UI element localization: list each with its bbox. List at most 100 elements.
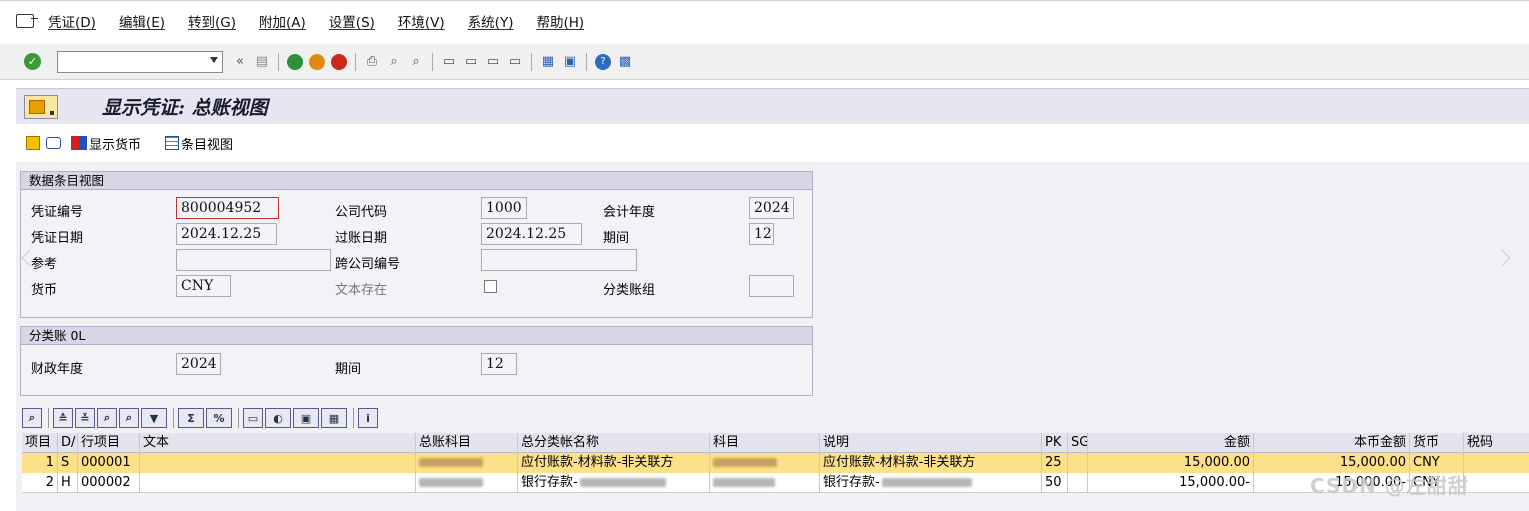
toolbar-separator [353,408,354,428]
find-next-icon[interactable]: ⌕ [407,53,425,71]
col-dc[interactable]: D/ [58,432,78,453]
document-overview-icon[interactable] [26,136,42,150]
menu-overview-icon[interactable] [24,94,58,119]
last-page-icon[interactable]: ▭ [506,53,524,71]
command-field[interactable] [57,50,223,73]
find-next-icon[interactable]: ⌕ [119,408,139,428]
export-icon[interactable]: ▣ [293,408,319,428]
sum-icon[interactable]: Σ [178,408,204,428]
col-gl-account[interactable]: 总账科目 [416,432,518,453]
table-row[interactable]: 2 H 000002 银行存款- 银行存款- 50 15,000.00- 15,… [22,472,1529,493]
sort-ascending-icon[interactable]: ≙ [53,408,73,428]
cell-sg [1068,472,1088,493]
save-icon[interactable]: ▤ [253,53,271,71]
cell-account-redacted [710,472,820,493]
ledger-group-field[interactable] [749,275,794,297]
menu-toggle-icon[interactable] [16,13,38,28]
posting-date-field[interactable]: 2024.12.25 [481,223,582,245]
cell-text [140,472,416,493]
col-description[interactable]: 说明 [820,432,1042,453]
col-item[interactable]: 项目 [22,432,58,453]
watermark: CSDN @左甜甜 [1310,474,1469,498]
menu-extras[interactable]: 附加(A) [259,11,306,31]
chevron-down-icon[interactable] [210,56,218,63]
menu-edit[interactable]: 编辑(E) [119,11,165,31]
sort-descending-icon[interactable]: ≚ [75,408,95,428]
views-icon[interactable]: ◐ [265,408,291,428]
col-line[interactable]: 行项目 [78,432,140,453]
cell-gl-name: 应付账款-材料款-非关联方 [518,453,710,473]
text-exists-checkbox[interactable] [484,280,497,293]
toolbar-separator [173,408,174,428]
table-row[interactable]: 1 S 000001 应付账款-材料款-非关联方 应付账款-材料款-非关联方 2… [22,453,1529,473]
ledger-fiscal-year-field[interactable]: 2024 [176,353,221,375]
cell-dc: H [58,472,78,493]
currency-label: 货币 [31,283,58,298]
cell-tax [1464,453,1529,473]
display-print-icon[interactable] [46,137,63,149]
find-icon[interactable]: ⌕ [97,408,117,428]
currency-field[interactable]: CNY [176,275,231,297]
subtotal-icon[interactable]: % [206,408,232,428]
filter-icon[interactable]: ▼ [141,408,167,428]
menu-goto[interactable]: 转到(G) [188,11,236,31]
menu-bar: 凭证(D) 编辑(E) 转到(G) 附加(A) 设置(S) 环境(V) 系统(Y… [0,0,1529,40]
grid-header: 项目 D/ 行项目 文本 总账科目 总分类帐名称 科目 说明 PK SG 金额 … [22,432,1529,453]
col-gl-name[interactable]: 总分类帐名称 [518,432,710,453]
cell-gl-account-redacted [416,472,518,493]
col-pk[interactable]: PK [1042,432,1068,453]
find-icon[interactable]: ⌕ [385,53,403,71]
customize-layout-icon[interactable]: ▩ [616,53,634,71]
doc-no-field[interactable]: 800004952 [176,197,279,219]
cell-tax [1464,473,1529,493]
create-session-icon[interactable]: ▦ [539,53,557,71]
intercompany-field[interactable] [481,249,637,271]
menu-environment[interactable]: 环境(V) [398,11,445,31]
cell-sg [1068,453,1088,473]
period-label: 期间 [603,231,630,246]
menu-settings[interactable]: 设置(S) [329,11,375,31]
toolbar-separator [432,52,433,71]
menu-system[interactable]: 系统(Y) [468,11,514,31]
exit-icon[interactable] [308,53,326,71]
col-local-amount[interactable]: 本币金额 [1254,432,1410,453]
back-icon[interactable] [286,53,304,71]
col-text[interactable]: 文本 [140,432,416,453]
fiscal-year-label: 会计年度 [603,205,656,220]
display-currency-button[interactable]: 显示货币 [71,134,161,153]
period-field[interactable]: 12 [749,223,774,245]
ledger-period-field[interactable]: 12 [481,353,517,375]
layout-icon[interactable]: ▦ [321,408,347,428]
cell-dc: S [58,453,78,473]
col-tax[interactable]: 税码 [1464,433,1529,453]
next-page-icon[interactable]: ▭ [484,53,502,71]
command-input[interactable] [58,51,198,72]
cell-text [140,453,416,473]
previous-page-icon[interactable]: ▭ [462,53,480,71]
details-icon[interactable]: ⌕ [22,408,42,428]
company-code-field[interactable]: 1000 [481,197,527,219]
fiscal-year-field[interactable]: 2024 [749,197,794,219]
menu-help[interactable]: 帮助(H) [536,11,584,31]
print-preview-icon[interactable]: ▭ [243,408,263,428]
help-icon[interactable]: ? [594,53,612,71]
doc-date-field[interactable]: 2024.12.25 [176,223,277,245]
shortcut-icon[interactable]: ▣ [561,53,579,71]
entry-view-button[interactable]: 条目视图 [165,134,253,153]
reference-field[interactable] [176,249,331,271]
print-icon[interactable]: ⎙ [363,53,381,71]
enter-check-icon[interactable]: ✓ [24,53,41,70]
cell-description: 应付账款-材料款-非关联方 [820,453,1042,473]
col-amount[interactable]: 金额 [1088,432,1254,453]
cancel-icon[interactable] [330,53,348,71]
cell-gl-name-text: 银行存款- [521,474,578,490]
application-toolbar: 显示货币 条目视图 [16,124,1529,162]
menu-document[interactable]: 凭证(D) [48,11,96,31]
col-account[interactable]: 科目 [710,432,820,453]
title-bar: 显示凭证: 总账视图 [16,88,1529,124]
collapse-back-icon[interactable]: « [231,53,249,71]
col-sg[interactable]: SG [1068,432,1088,453]
first-page-icon[interactable]: ▭ [440,53,458,71]
col-currency[interactable]: 货币 [1410,432,1464,453]
info-icon[interactable]: i [358,408,378,428]
